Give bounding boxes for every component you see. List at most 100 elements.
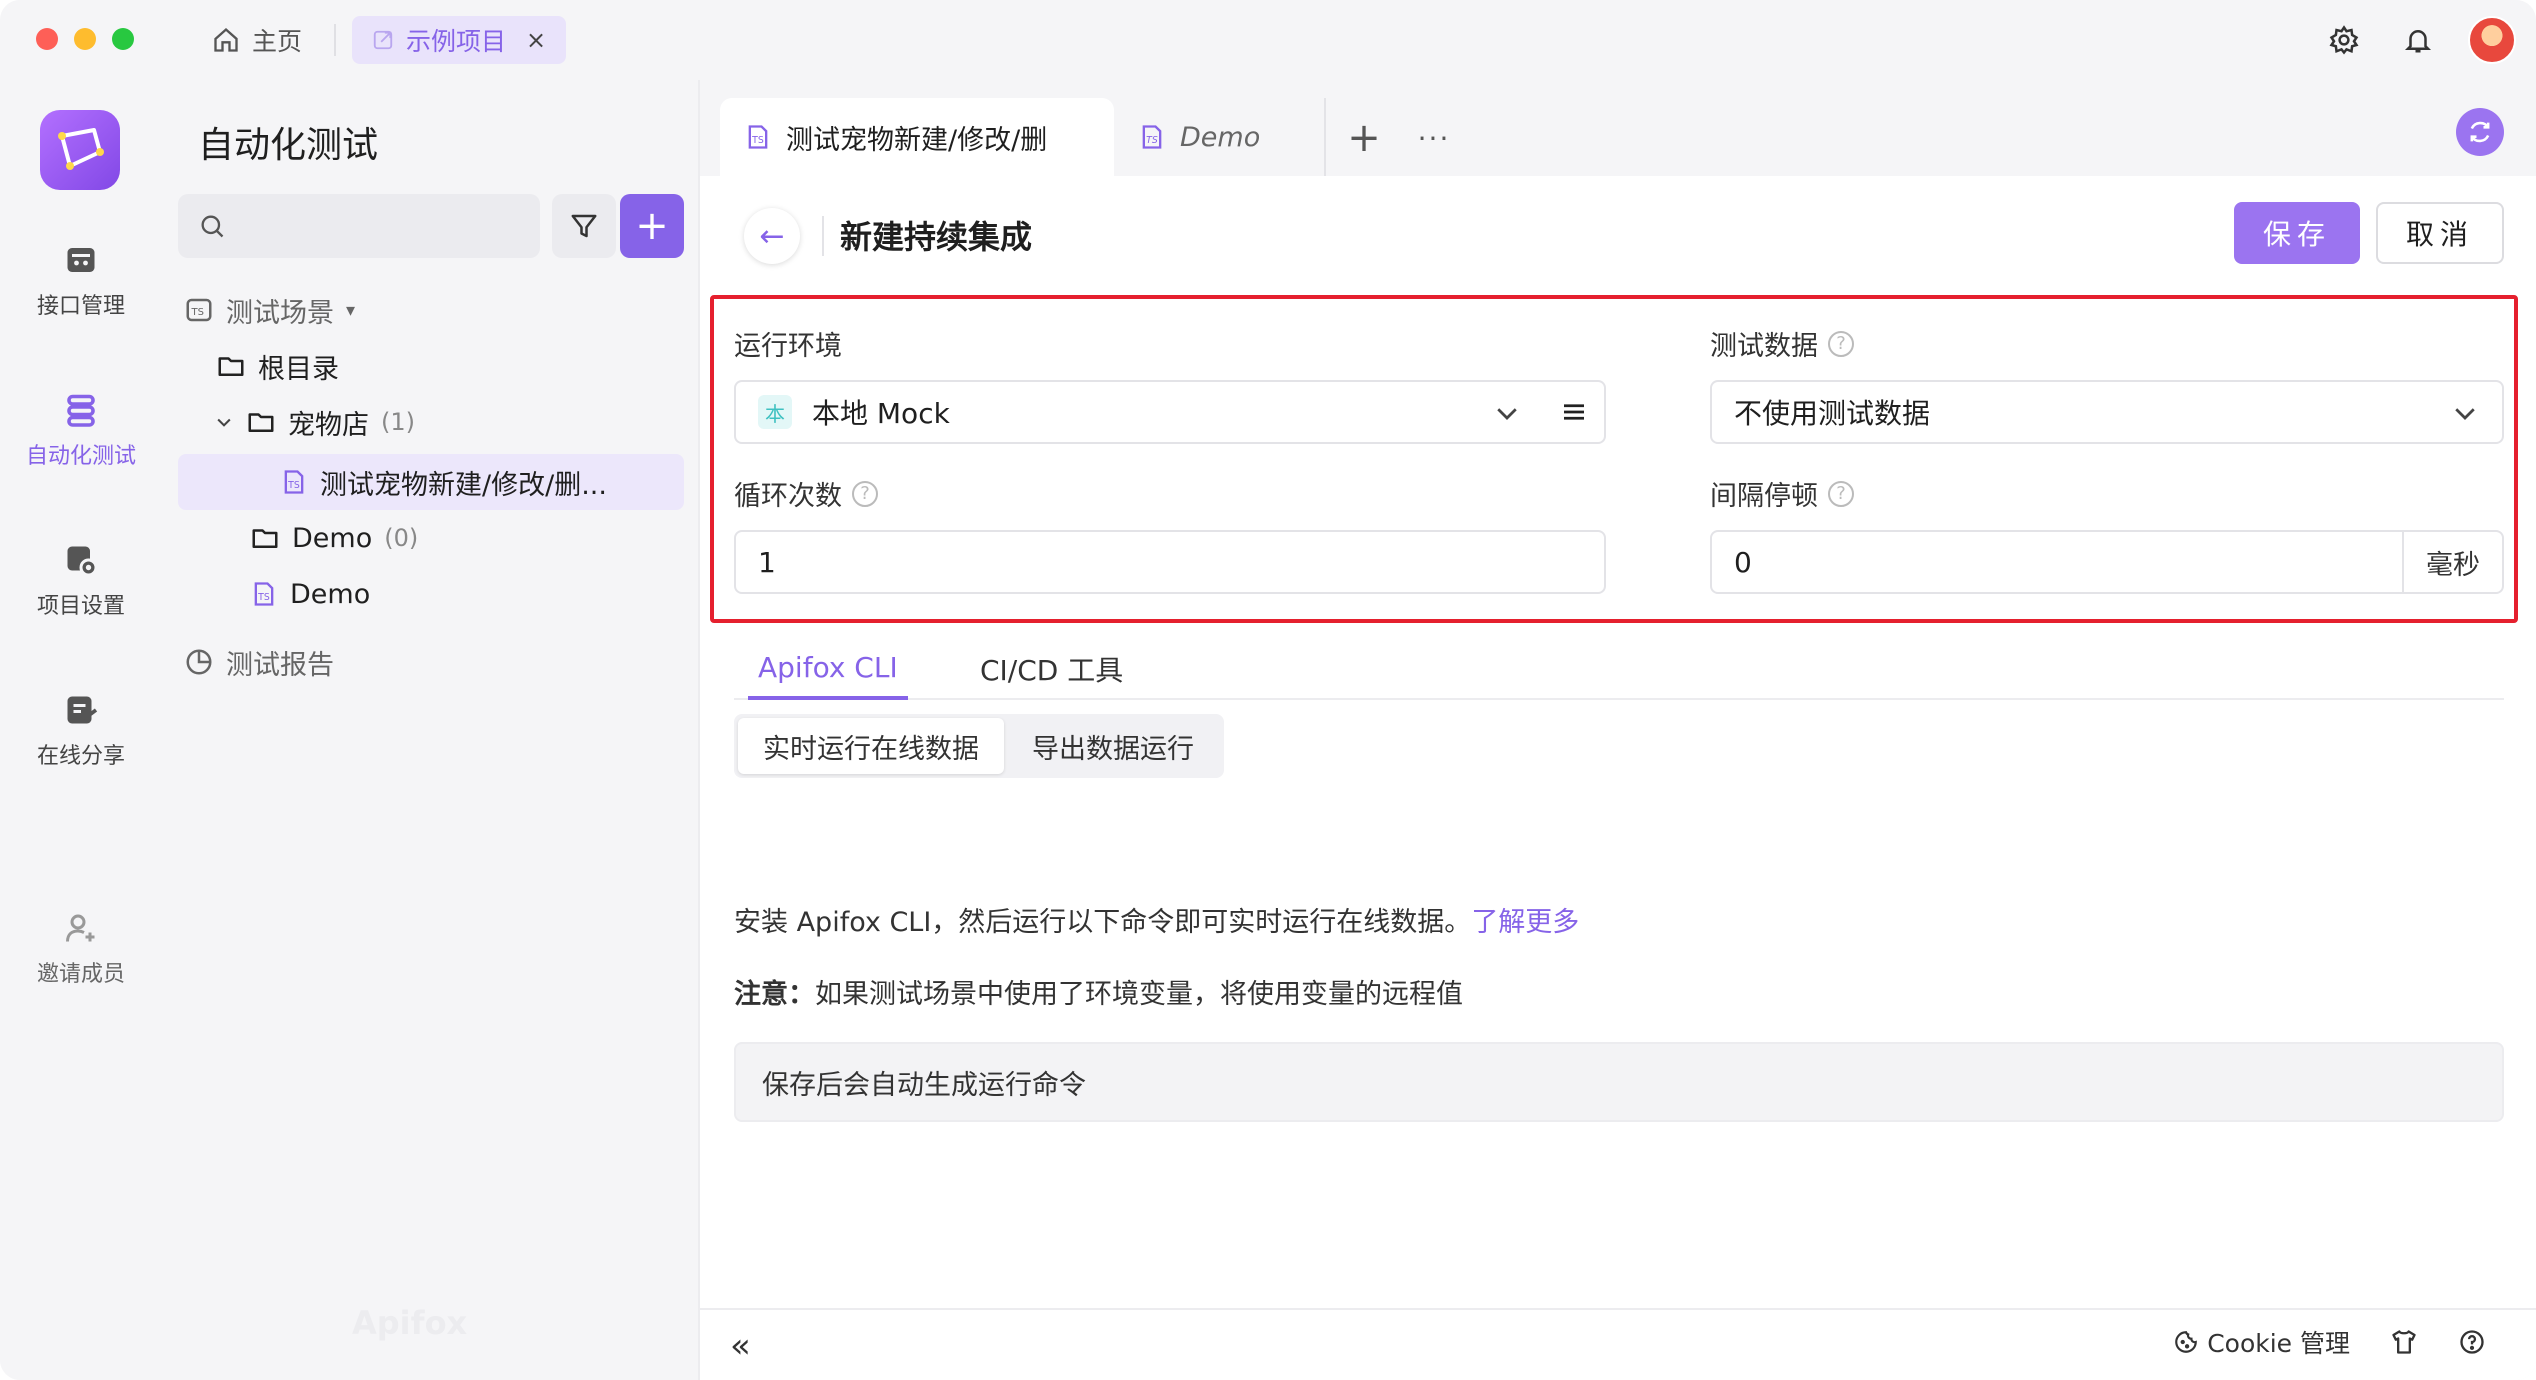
minimize-window-button[interactable]: [74, 28, 96, 50]
search-icon: [201, 215, 224, 238]
tree-folder-demo-count: (0): [384, 524, 419, 552]
nav-project-settings-label: 项目设置: [36, 594, 125, 619]
env-select[interactable]: 本 本地 Mock: [734, 380, 1546, 444]
nav-project-settings[interactable]: 项目设置: [0, 542, 162, 620]
ts-scene-icon: TS: [748, 125, 768, 149]
nav-online-share[interactable]: 在线分享: [0, 692, 162, 770]
tshirt-icon[interactable]: [2390, 1328, 2418, 1356]
tree-scene-demo[interactable]: TS Demo: [250, 566, 370, 622]
collapse-sidebar-button[interactable]: «: [730, 1326, 751, 1366]
help-icon[interactable]: ?: [1828, 480, 1854, 507]
cookie-icon: [2175, 1331, 2198, 1353]
install-description: 安装 Apifox CLI，然后运行以下命令即可实时运行在线数据。了解更多: [734, 900, 1579, 939]
editor-tab-active[interactable]: TS 测试宠物新建/修改/删: [720, 98, 1114, 176]
pie-chart-icon: [186, 649, 212, 675]
integration-tabs: Apifox CLI CI/CD 工具: [734, 628, 2504, 700]
tree-folder-demo-label: Demo: [292, 522, 373, 554]
menu-icon: [1564, 404, 1584, 420]
tree-section-scenes[interactable]: TS 测试场景 ▾: [184, 282, 355, 338]
editor-tab-demo[interactable]: TS Demo: [1114, 98, 1326, 176]
automation-icon: [67, 394, 95, 427]
notifications-button[interactable]: [2394, 16, 2442, 64]
tree-folder-demo[interactable]: Demo (0): [250, 510, 418, 566]
sync-button[interactable]: [2456, 108, 2504, 156]
settings-button[interactable]: [2320, 16, 2368, 64]
editor-tab-active-label: 测试宠物新建/修改/删: [786, 124, 1048, 156]
nav-invite-member[interactable]: 邀请成员: [0, 910, 162, 988]
tree-section-reports-label: 测试报告: [226, 649, 334, 681]
tree-section-scenes-label: 测试场景: [226, 297, 334, 329]
ts-scene-icon: TS: [1142, 125, 1162, 149]
more-tabs-button[interactable]: ···: [1410, 114, 1458, 162]
bell-icon: [2404, 30, 2432, 53]
tab-cicd-tools[interactable]: CI/CD 工具: [980, 638, 1123, 700]
nav-invite-member-label: 邀请成员: [36, 962, 125, 987]
nav-automation-test[interactable]: 自动化测试: [0, 392, 162, 470]
tree-filter-button[interactable]: [552, 194, 616, 258]
page-title: 新建持续集成: [840, 218, 1033, 256]
maximize-window-button[interactable]: [112, 28, 134, 50]
nav-api-management-label: 接口管理: [36, 294, 125, 319]
help-icon[interactable]: ?: [1828, 330, 1854, 357]
caret-down-icon[interactable]: ▾: [346, 300, 355, 321]
interval-unit: 毫秒: [2402, 530, 2504, 594]
test-data-label: 测试数据 ?: [1710, 324, 1854, 363]
command-placeholder: 保存后会自动生成运行命令: [762, 1069, 1086, 1101]
env-manage-button[interactable]: [1544, 380, 1606, 444]
back-button[interactable]: ←: [744, 208, 800, 264]
tree-folder-petshop-count: (1): [381, 408, 415, 436]
invite-member-icon: [66, 914, 95, 942]
ts-folder-icon: TS: [186, 298, 212, 322]
segment-export-data[interactable]: 导出数据运行: [1006, 718, 1220, 774]
folder-icon: [252, 529, 278, 548]
tree-scene-petshop[interactable]: TS 测试宠物新建/修改/删...: [280, 454, 607, 510]
cookie-manager-button[interactable]: Cookie 管理: [2173, 1324, 2350, 1360]
folder-icon: [248, 413, 274, 432]
env-select-value: 本地 Mock: [812, 397, 950, 430]
api-icon: [67, 248, 95, 272]
chevron-down-icon[interactable]: [214, 412, 234, 432]
nav-automation-test-label: 自动化测试: [25, 444, 136, 469]
new-tab-button[interactable]: +: [1340, 114, 1388, 162]
nav-api-management[interactable]: 接口管理: [0, 242, 162, 320]
filter-icon: [571, 214, 597, 238]
titlebar-actions: [2320, 16, 2516, 64]
svg-text:TS: TS: [257, 592, 270, 603]
tree-panel: 自动化测试 + TS 测试场景 ▾ 根目录 宠物店 (1) TS 测试宠物新建/…: [162, 80, 700, 1380]
svg-text:TS: TS: [287, 480, 300, 491]
loop-count-input[interactable]: 1: [734, 530, 1606, 594]
close-window-button[interactable]: [36, 28, 58, 50]
user-avatar[interactable]: [2468, 16, 2516, 64]
help-circle-icon[interactable]: [2458, 1328, 2486, 1356]
ts-scene-icon: TS: [254, 582, 274, 606]
home-tab[interactable]: 主页: [212, 18, 302, 62]
share-icon: [67, 696, 98, 724]
editor-tabs-bar: TS 测试宠物新建/修改/删 TS Demo + ···: [700, 80, 2536, 176]
cookie-manager-label: Cookie 管理: [2207, 1329, 2350, 1358]
external-link-icon: [373, 30, 393, 50]
tree-root-folder[interactable]: 根目录: [216, 338, 339, 394]
tree-section-reports[interactable]: 测试报告: [184, 634, 334, 690]
note-prefix: 注意：: [734, 979, 815, 1010]
project-tab[interactable]: 示例项目 ×: [352, 16, 567, 64]
loop-count-label: 循环次数 ?: [734, 474, 878, 513]
command-box[interactable]: 保存后会自动生成运行命令: [734, 1042, 2504, 1122]
learn-more-link[interactable]: 了解更多: [1471, 907, 1579, 938]
interval-input[interactable]: 0: [1710, 530, 2404, 594]
tree-add-button[interactable]: +: [620, 194, 684, 258]
title-divider: [822, 216, 824, 256]
main-panel: TS 测试宠物新建/修改/删 TS Demo + ··· ← 新建持续集成 保存…: [700, 80, 2536, 1380]
test-data-select[interactable]: 不使用测试数据: [1710, 380, 2504, 444]
tree-folder-petshop[interactable]: 宠物店 (1): [214, 394, 415, 450]
tree-search-input[interactable]: [178, 194, 540, 258]
chevron-down-icon: [2455, 408, 2475, 420]
segment-online-data[interactable]: 实时运行在线数据: [738, 718, 1004, 774]
cancel-button[interactable]: 取消: [2376, 202, 2504, 264]
interval-label-text: 间隔停顿: [1710, 481, 1818, 512]
title-bar: 主页 示例项目 ×: [0, 0, 2536, 80]
help-icon[interactable]: ?: [852, 480, 878, 507]
save-button[interactable]: 保存: [2234, 202, 2360, 264]
tab-apifox-cli[interactable]: Apifox CLI: [748, 638, 908, 700]
tree-folder-petshop-label: 宠物店: [288, 409, 369, 441]
close-project-tab-icon[interactable]: ×: [526, 26, 546, 54]
